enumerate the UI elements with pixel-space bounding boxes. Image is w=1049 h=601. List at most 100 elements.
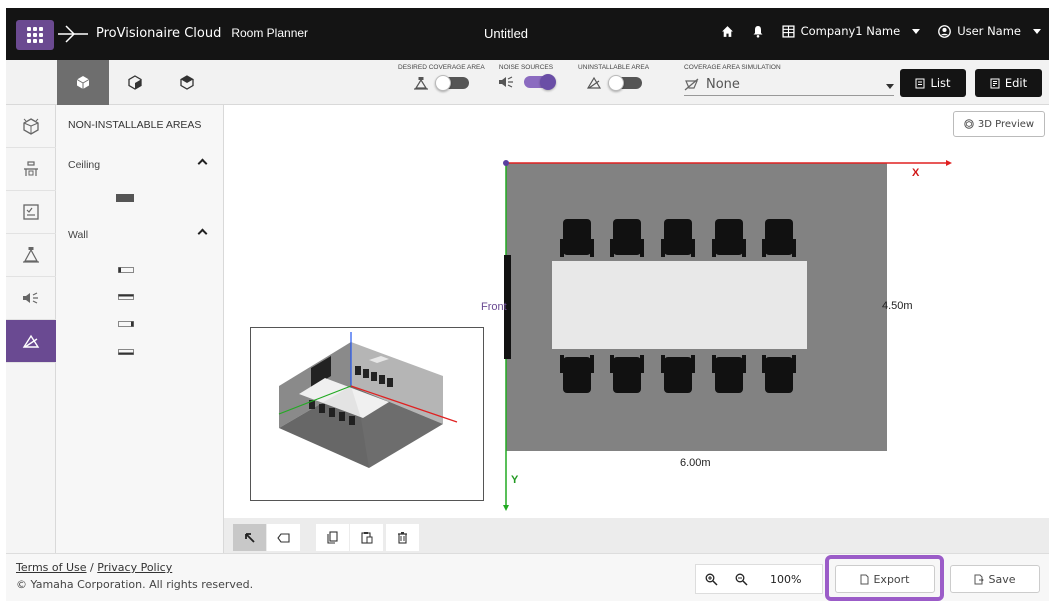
wall-panel-left-icon <box>118 267 134 273</box>
speaker-off-icon <box>684 78 699 91</box>
lasso-tool-button[interactable] <box>267 524 300 551</box>
coverage-speaker-icon <box>414 77 429 90</box>
origin-point <box>503 160 509 166</box>
desired-coverage-label: DESIRED COVERAGE AREA <box>398 64 485 71</box>
delete-button[interactable] <box>386 524 419 551</box>
chevron-down-icon <box>912 28 921 34</box>
select-tool-button[interactable] <box>233 524 266 551</box>
copy-icon <box>326 531 338 544</box>
3d-view-top-icon <box>180 75 194 90</box>
bell-icon <box>753 25 763 38</box>
zoom-in-icon <box>705 573 718 586</box>
top-right-menu: Company1 Name User Name <box>721 24 1041 38</box>
toolbar: DESIRED COVERAGE AREA NOISE SOURCES UNIN… <box>6 60 1049 105</box>
trash-icon <box>398 532 407 544</box>
rail-room-icon <box>23 118 39 135</box>
terms-link[interactable]: Terms of Use <box>16 561 87 574</box>
noise-sources-label: NOISE SOURCES <box>498 64 554 71</box>
y-axis-arrow-icon <box>503 505 509 511</box>
copy-button[interactable] <box>316 524 349 551</box>
rail-checklist-icon <box>23 204 39 220</box>
rail-item-furniture[interactable] <box>6 148 56 191</box>
desired-coverage-toggle-group: DESIRED COVERAGE AREA <box>398 64 485 91</box>
rail-item-uninstallable[interactable] <box>6 320 56 363</box>
rail-item-coverage[interactable] <box>6 234 56 277</box>
conference-table[interactable] <box>552 261 807 349</box>
wall-panel-bottom-icon <box>118 349 134 355</box>
view-tab-side[interactable] <box>109 60 161 105</box>
list-doc-icon <box>915 78 925 88</box>
ceiling-panel-icon <box>116 194 134 202</box>
x-axis-label: X <box>912 167 920 179</box>
view-tab-front[interactable] <box>57 60 109 105</box>
notifications-button[interactable] <box>752 25 764 38</box>
wall-item-4[interactable] <box>118 341 134 360</box>
3d-room-render <box>278 332 458 468</box>
privacy-link[interactable]: Privacy Policy <box>97 561 172 574</box>
room-canvas[interactable]: 3D Preview X Y Front 6.00m 4.50m <box>224 105 1049 518</box>
desired-coverage-switch[interactable] <box>435 75 470 91</box>
user-menu[interactable]: User Name <box>938 24 1041 38</box>
uninstallable-area-icon <box>586 76 601 89</box>
chevron-up-icon <box>197 158 208 169</box>
ceiling-panel-item[interactable] <box>116 187 134 206</box>
paste-button[interactable] <box>350 524 383 551</box>
top-bar: ProVisionaire Cloud Room Planner Untitle… <box>6 8 1049 60</box>
export-button[interactable]: Export <box>835 565 935 593</box>
grid-menu-icon <box>27 27 43 43</box>
uninstallable-area-switch[interactable] <box>607 75 642 91</box>
coverage-simulation-select[interactable]: None <box>684 74 894 96</box>
brand-name: ProVisionaire Cloud <box>96 25 222 41</box>
left-rail <box>6 105 56 553</box>
rail-item-room[interactable] <box>6 105 56 148</box>
user-circle-icon <box>938 24 952 38</box>
zoom-level: 100% <box>770 572 802 586</box>
export-icon <box>860 574 869 584</box>
noise-sources-toggle-group: NOISE SOURCES <box>498 64 556 90</box>
wall-item-3[interactable] <box>118 313 134 332</box>
section-wall-label: Wall <box>68 229 89 241</box>
company-name: Company1 Name <box>800 24 901 38</box>
app-grid-button[interactable] <box>16 20 54 50</box>
coverage-simulation-value: None <box>706 77 740 92</box>
section-wall[interactable]: Wall <box>68 228 208 241</box>
3d-minimap[interactable] <box>250 327 484 501</box>
section-ceiling-label: Ceiling <box>68 159 101 171</box>
footer-links: Terms of Use / Privacy Policy <box>16 561 172 574</box>
zoom-in-button[interactable] <box>696 565 726 593</box>
component-panel: NON-INSTALLABLE AREAS Ceiling Wall <box>56 105 224 553</box>
section-ceiling[interactable]: Ceiling <box>68 158 208 171</box>
panel-title: NON-INSTALLABLE AREAS <box>68 119 202 131</box>
rail-item-noise[interactable] <box>6 277 56 320</box>
uninstallable-area-toggle-group: UNINSTALLABLE AREA <box>578 64 649 91</box>
edit-label: Edit <box>1004 76 1028 90</box>
coverage-simulation: COVERAGE AREA SIMULATION None <box>684 64 894 96</box>
footer-separator: / <box>90 561 94 574</box>
noise-sources-switch[interactable] <box>524 74 556 90</box>
3d-view-front-icon <box>76 76 90 89</box>
user-name: User Name <box>957 24 1021 38</box>
zoom-out-button[interactable] <box>726 565 756 593</box>
save-button[interactable]: Save <box>950 565 1040 593</box>
home-button[interactable] <box>721 25 734 38</box>
zoom-controls: 100% <box>695 564 823 594</box>
wall-item-2[interactable] <box>118 286 134 305</box>
list-label: List <box>930 76 951 90</box>
front-label: Front <box>481 301 507 313</box>
rail-noise-icon <box>23 292 38 304</box>
view-tab-top[interactable] <box>161 60 213 105</box>
copyright: © Yamaha Corporation. All rights reserve… <box>16 578 254 591</box>
3d-view-side-icon <box>128 75 142 90</box>
brand[interactable]: ProVisionaire Cloud Room Planner <box>58 22 308 44</box>
rail-item-checklist[interactable] <box>6 191 56 234</box>
list-button[interactable]: List <box>900 69 966 97</box>
company-selector[interactable]: Company1 Name <box>782 24 921 38</box>
document-title[interactable]: Untitled <box>446 26 566 41</box>
app-name: Room Planner <box>231 26 309 40</box>
lasso-select-icon <box>276 532 290 543</box>
edit-doc-icon <box>990 78 1000 88</box>
wall-item-1[interactable] <box>118 259 134 278</box>
edit-button[interactable]: Edit <box>975 69 1042 97</box>
save-label: Save <box>988 572 1016 586</box>
chevron-down-icon <box>1033 28 1041 34</box>
